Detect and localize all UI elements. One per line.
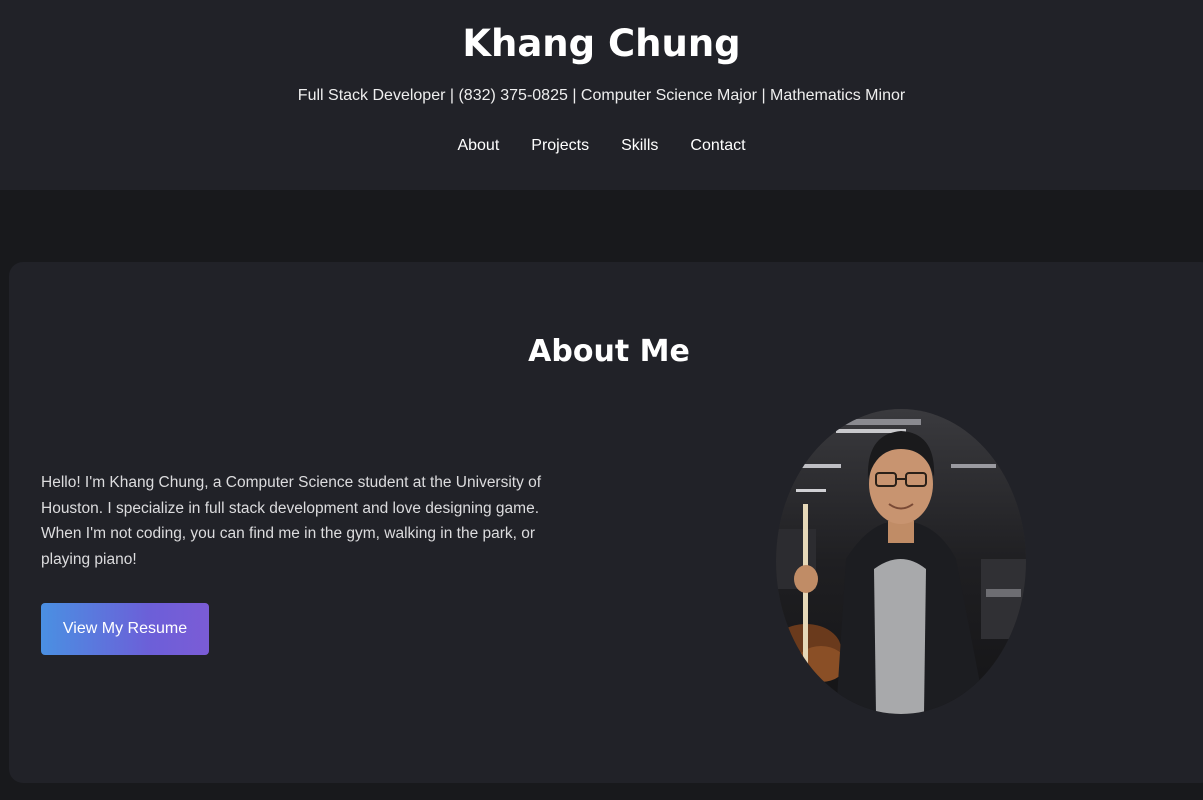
view-resume-button[interactable]: View My Resume	[41, 603, 209, 655]
profile-photo	[776, 409, 1026, 714]
nav-link-projects[interactable]: Projects	[531, 137, 589, 155]
nav-link-contact[interactable]: Contact	[690, 137, 745, 155]
profile-photo-illustration	[776, 409, 1026, 714]
nav-link-about[interactable]: About	[457, 137, 499, 155]
about-text: Hello! I'm Khang Chung, a Computer Scien…	[41, 474, 542, 569]
site-title: Khang Chung	[462, 22, 741, 65]
about-heading: About Me	[528, 334, 690, 369]
about-section: About Me Hello! I'm Khang Chung, a Compu…	[9, 262, 1203, 783]
site-subtitle: Full Stack Developer | (832) 375-0825 | …	[297, 87, 906, 104]
main-nav: About Projects Skills Contact	[0, 137, 1203, 155]
site-header: Khang Chung Full Stack Developer | (832)…	[0, 0, 1203, 190]
nav-link-skills[interactable]: Skills	[621, 137, 658, 155]
